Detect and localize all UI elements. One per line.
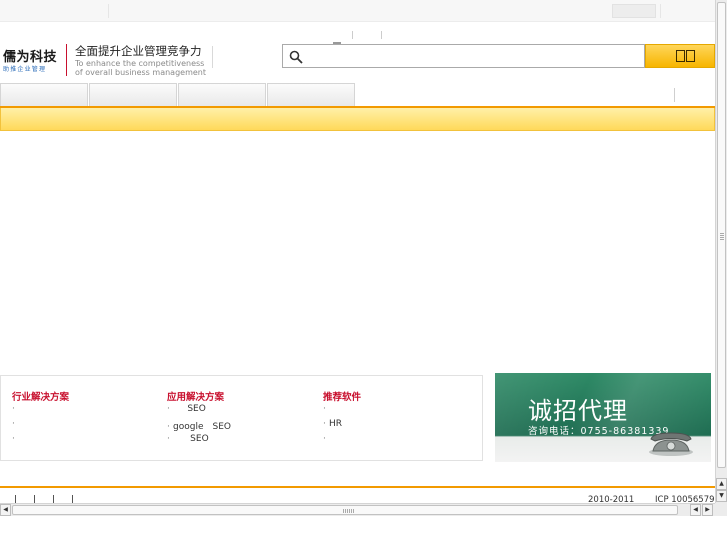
top-utility-bar xyxy=(0,0,715,22)
slogan-english-line2: of overall business management xyxy=(75,68,206,77)
horizontal-scroll-thumb[interactable] xyxy=(12,505,678,515)
list-item-label: HR xyxy=(329,419,343,429)
list-item[interactable]: · SEO xyxy=(167,434,317,449)
list-item[interactable]: · HR xyxy=(323,419,473,434)
column-title: 推荐软件 xyxy=(323,392,362,403)
recommended-software-column: 推荐软件 · · HR · xyxy=(323,389,473,449)
list-item[interactable]: · xyxy=(12,434,162,449)
scroll-down-button[interactable]: ▼ xyxy=(716,490,727,502)
slogan-english-line1: To enhance the competitiveness xyxy=(75,59,205,68)
grip-icon xyxy=(720,233,724,241)
solutions-panel: 行业解决方案 · · · 应用解决方案 · SEO · google SEO · … xyxy=(0,375,483,461)
search-box xyxy=(282,44,645,68)
list-item[interactable]: · xyxy=(12,419,162,434)
bullet-icon: · xyxy=(323,404,326,414)
logo-subtitle: 助推企业管理 xyxy=(3,66,47,73)
telephone-icon xyxy=(649,432,693,456)
industry-solutions-column: 行业解决方案 · · · xyxy=(12,389,162,449)
nav-tab-4[interactable] xyxy=(267,83,355,106)
search-button[interactable] xyxy=(645,44,715,68)
footer-accent-line xyxy=(0,486,715,488)
banner-title: 诚招代理 xyxy=(528,397,628,425)
slogan-chinese: 全面提升企业管理竞争力 xyxy=(75,44,202,58)
scroll-up-button[interactable]: ▲ xyxy=(716,478,727,490)
topbar-divider xyxy=(108,4,109,18)
footer-copyright: 2010-2011 xyxy=(588,495,635,503)
application-solutions-column: 应用解决方案 · SEO · google SEO · SEO xyxy=(167,389,317,449)
topbar-divider xyxy=(660,4,661,18)
vertical-scroll-thumb[interactable] xyxy=(717,2,726,468)
footer-link-divider xyxy=(34,495,35,503)
list-item[interactable]: · xyxy=(323,404,473,419)
footer-link-divider xyxy=(53,495,54,503)
slogan-divider xyxy=(212,46,213,68)
main-nav xyxy=(0,83,715,106)
top-utility-button[interactable] xyxy=(612,4,656,18)
page: 儒为科技 助推企业管理 全面提升企业管理竞争力 To enhance the c… xyxy=(0,0,715,503)
bullet-icon: · xyxy=(167,404,170,414)
list-item-label: SEO xyxy=(190,434,209,444)
nav-tab-2[interactable] xyxy=(89,83,177,106)
notice-bar xyxy=(0,108,715,131)
agent-recruitment-banner[interactable]: 诚招代理 咨询电话：0755-86381339 xyxy=(495,373,711,462)
vertical-scrollbar[interactable]: ▲ ▼ xyxy=(715,0,727,503)
bullet-icon: · xyxy=(12,419,15,429)
scroll-left-button[interactable]: ◀ xyxy=(690,504,701,516)
column-title: 应用解决方案 xyxy=(167,392,225,403)
search-button-glyph xyxy=(676,50,685,62)
bullet-icon: · xyxy=(12,434,15,444)
list-item[interactable]: · xyxy=(12,404,162,419)
footer-link-divider xyxy=(15,495,16,503)
search-icon xyxy=(289,50,303,64)
list-item-label: SEO xyxy=(187,404,206,414)
scroll-left-button[interactable]: ◀ xyxy=(0,504,11,516)
scroll-right-button[interactable]: ▶ xyxy=(702,504,713,516)
bullet-icon: · xyxy=(12,404,15,414)
horizontal-scrollbar[interactable]: ◀ ◀ ▶ xyxy=(0,503,715,516)
search-input[interactable] xyxy=(307,47,637,65)
bullet-icon: · xyxy=(167,434,170,444)
grip-icon xyxy=(343,509,355,513)
header-divider xyxy=(381,31,382,39)
list-item[interactable]: · google SEO xyxy=(167,419,317,434)
list-item[interactable]: · SEO xyxy=(167,404,317,419)
nav-tab-1[interactable] xyxy=(0,83,88,106)
list-item[interactable]: · xyxy=(323,434,473,449)
nav-divider xyxy=(674,88,675,102)
footer-icp[interactable]: ICP 10056579 xyxy=(655,495,715,503)
header-divider xyxy=(352,31,353,39)
logo-divider xyxy=(66,44,67,76)
column-title: 行业解决方案 xyxy=(12,392,70,403)
list-item-label: google SEO xyxy=(173,422,231,432)
scrollbar-corner xyxy=(715,503,727,516)
nav-tab-3[interactable] xyxy=(178,83,266,106)
logo-title[interactable]: 儒为科技 xyxy=(3,46,57,65)
bullet-icon: · xyxy=(323,434,326,444)
footer-link-divider xyxy=(72,495,73,503)
search-button-glyph xyxy=(686,50,695,62)
